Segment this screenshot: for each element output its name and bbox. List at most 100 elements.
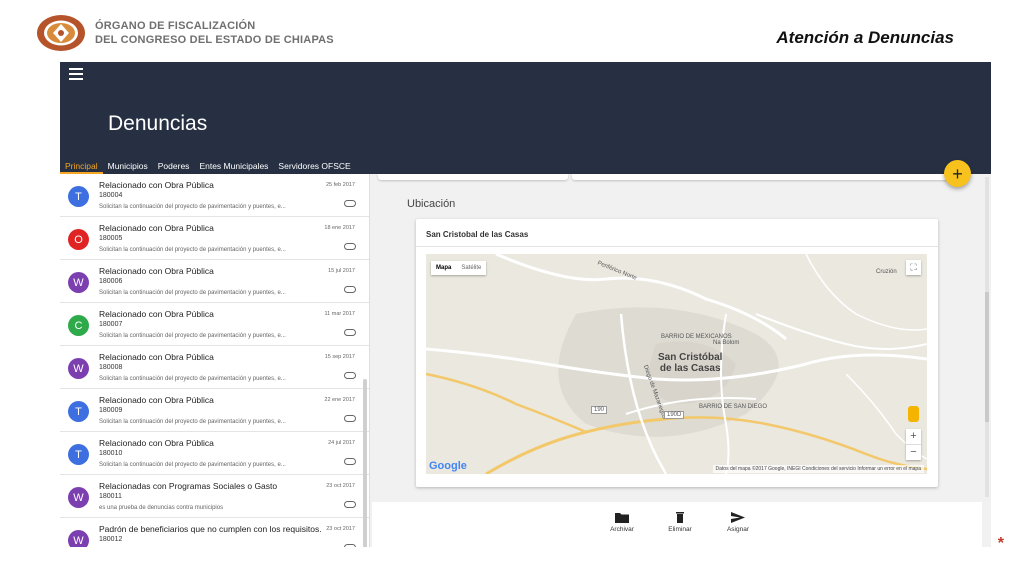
item-date: 15 sep 2017 (324, 354, 355, 360)
attachment-icon (344, 544, 356, 547)
item-code: 180004 (99, 192, 123, 199)
attachment-icon (344, 458, 356, 465)
fullscreen-icon[interactable]: ⛶ (906, 260, 921, 275)
map-type-satelite[interactable]: Satélite (456, 261, 486, 275)
tab-poderes[interactable]: Poderes (153, 160, 195, 174)
item-title: Relacionado con Obra Pública (99, 438, 214, 448)
zoom-in-button[interactable]: + (906, 429, 921, 444)
footnote-mark: * (997, 535, 1004, 552)
archive-label: Archivar (610, 526, 634, 533)
map-label-barrio-san-diego: BARRIO DE SAN DIEGO (699, 404, 768, 410)
map-label-city: San Cristóbal de las Casas (658, 352, 723, 374)
archive-button[interactable]: Archivar (602, 512, 642, 533)
delete-button[interactable]: Eliminar (660, 512, 700, 533)
avatar: O (68, 229, 89, 250)
zoom-out-button[interactable]: − (906, 445, 921, 460)
list-item[interactable]: W Relacionado con Obra Pública 180006 So… (60, 260, 369, 303)
detail-pane: Ubicación San Cristobal de las Casas Per… (372, 174, 979, 499)
item-date: 11 mar 2017 (324, 311, 355, 317)
tab-principal[interactable]: Principal (60, 160, 103, 174)
map-card-title: San Cristobal de las Casas (426, 230, 529, 239)
attachment-icon (344, 415, 356, 422)
list-item[interactable]: T Relacionado con Obra Pública 180010 So… (60, 432, 369, 475)
item-title: Relacionadas con Programas Sociales o Ga… (99, 481, 278, 491)
map-view[interactable]: Periférico Norte BARRIO DE MEXICANOS Na … (426, 254, 927, 474)
tab-municipios[interactable]: Municipios (103, 160, 153, 174)
list-item[interactable]: T Relacionado con Obra Pública 180004 So… (60, 174, 369, 217)
item-date: 23 oct 2017 (326, 483, 355, 489)
item-title: Relacionado con Obra Pública (99, 352, 214, 362)
tab-servidores-ofsce[interactable]: Servidores OFSCE (273, 160, 355, 174)
map-card: San Cristobal de las Casas Periférico No… (416, 219, 938, 487)
item-date: 25 feb 2017 (325, 182, 355, 188)
item-desc: Solicitan la continuación del proyecto d… (99, 290, 286, 296)
folder-icon (615, 513, 629, 523)
item-desc: Solicitan la continuación del proyecto d… (99, 376, 286, 382)
item-code: 180012 (99, 536, 123, 543)
item-code: 180005 (99, 235, 123, 242)
add-button[interactable]: + (944, 160, 971, 187)
item-desc: Solicitan la continuación del proyecto d… (99, 247, 286, 253)
avatar: T (68, 401, 89, 422)
action-bar: Archivar Eliminar Asignar (372, 502, 982, 547)
assign-label: Asignar (726, 526, 750, 533)
trash-icon (676, 512, 684, 523)
item-title: Relacionado con Obra Pública (99, 395, 214, 405)
item-desc: es una prueba de denuncias contra munici… (99, 505, 224, 511)
item-title: Relacionado con Obra Pública (99, 309, 214, 319)
item-desc: Solicitan la continuación del proyecto d… (99, 204, 286, 210)
section-title: Ubicación (407, 198, 456, 210)
pegman-icon[interactable] (908, 406, 919, 422)
attachment-icon (344, 372, 356, 379)
avatar: W (68, 272, 89, 293)
attachment-icon (344, 329, 356, 336)
item-desc: Solicitan la continuación del proyecto d… (99, 333, 286, 339)
list-scrollbar[interactable] (363, 379, 367, 547)
item-code: 180011 (99, 493, 122, 500)
org-name-line2: DEL CONGRESO DEL ESTADO DE CHIAPAS (95, 34, 334, 46)
map-attribution: Datos del mapa ©2017 Google, INEGI Condi… (712, 465, 924, 473)
avatar: T (68, 186, 89, 207)
item-code: 180008 (99, 364, 123, 371)
avatar: W (68, 487, 89, 508)
menu-icon[interactable] (69, 68, 83, 80)
denuncias-list: T Relacionado con Obra Pública 180004 So… (60, 174, 370, 547)
item-date: 24 jul 2017 (328, 440, 355, 446)
item-code: 180010 (99, 450, 123, 457)
item-date: 18 ene 2017 (324, 225, 355, 231)
item-title: Relacionado con Obra Pública (99, 223, 214, 233)
item-date: 15 jul 2017 (328, 268, 355, 274)
app-bar: Denuncias Principal Municipios Poderes E… (60, 62, 991, 174)
list-item[interactable]: O Relacionado con Obra Pública 180005 So… (60, 217, 369, 260)
list-item[interactable]: T Relacionado con Obra Pública 180009 So… (60, 389, 369, 432)
attachment-icon (344, 501, 356, 508)
item-title: Padrón de beneficiarios que no cumplen c… (99, 524, 322, 534)
page-title: Denuncias (108, 112, 208, 135)
map-label-cruzion: Cruzión (876, 269, 897, 275)
form-field-cut (572, 174, 952, 180)
send-icon (731, 512, 745, 523)
item-code: 180009 (99, 407, 123, 414)
list-item[interactable]: C Relacionado con Obra Pública 180007 So… (60, 303, 369, 346)
assign-button[interactable]: Asignar (718, 512, 758, 533)
list-item[interactable]: W Relacionadas con Programas Sociales o … (60, 475, 369, 518)
attachment-icon (344, 200, 356, 207)
avatar: W (68, 530, 89, 547)
avatar: C (68, 315, 89, 336)
ofsce-logo (37, 15, 85, 51)
list-item[interactable]: W Padrón de beneficiarios que no cumplen… (60, 518, 369, 547)
list-item[interactable]: W Relacionado con Obra Pública 180008 So… (60, 346, 369, 389)
item-title: Relacionado con Obra Pública (99, 266, 214, 276)
form-field-cut (378, 174, 568, 180)
tab-bar: Principal Municipios Poderes Entes Munic… (60, 160, 356, 174)
google-logo: Google (429, 460, 467, 472)
item-desc: Solicitan la continuación del proyecto d… (99, 462, 286, 468)
content-scrollbar-thumb[interactable] (985, 292, 989, 422)
map-type-mapa[interactable]: Mapa (431, 261, 456, 275)
org-name-line1: ÓRGANO DE FISCALIZACIÓN (95, 20, 256, 32)
delete-label: Eliminar (668, 526, 692, 533)
app-window: Denuncias Principal Municipios Poderes E… (60, 62, 991, 547)
tab-entes-municipales[interactable]: Entes Municipales (194, 160, 273, 174)
slide: ÓRGANO DE FISCALIZACIÓN DEL CONGRESO DEL… (0, 0, 1024, 576)
map-label-190: 190 (591, 406, 608, 414)
